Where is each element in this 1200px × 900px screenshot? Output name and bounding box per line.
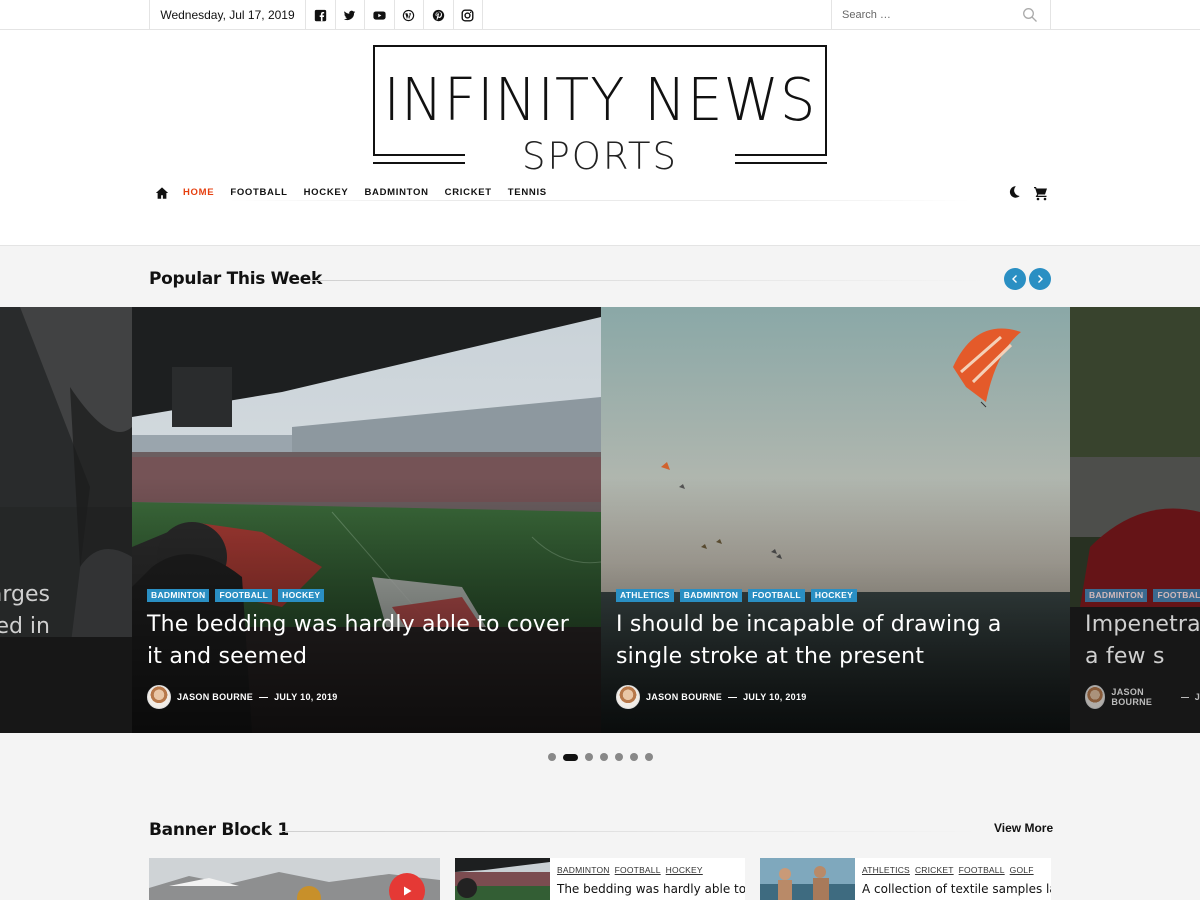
slider-pagination bbox=[548, 753, 653, 761]
card-categories: BADMINTON FOOTBALL HOCKEY bbox=[557, 865, 703, 875]
wordpress-icon[interactable] bbox=[395, 0, 424, 30]
category-link[interactable]: BADMINTON bbox=[557, 865, 610, 875]
category-link[interactable]: HOCKEY bbox=[666, 865, 703, 875]
chevron-left-icon bbox=[1012, 275, 1017, 283]
category-link[interactable]: FOOTBALL bbox=[959, 865, 1005, 875]
section-divider bbox=[310, 280, 990, 281]
pinterest-icon[interactable] bbox=[424, 0, 454, 30]
slide-title[interactable]: Impenetral but a few s bbox=[1085, 609, 1200, 673]
twitter-icon[interactable] bbox=[336, 0, 365, 30]
banner-card[interactable]: ATHLETICS CRICKET FOOTBALL GOLF A collec… bbox=[760, 858, 1051, 900]
category-tag[interactable]: HOCKEY bbox=[278, 589, 325, 602]
social-links bbox=[306, 0, 483, 30]
card-image bbox=[760, 858, 855, 900]
slider-dot[interactable] bbox=[645, 753, 653, 761]
slide-card[interactable]: arges ied in bbox=[0, 307, 132, 733]
post-date: JULY 10, 2019 bbox=[743, 692, 807, 702]
nav-item-tennis[interactable]: TENNIS bbox=[508, 183, 547, 203]
slide-card[interactable]: BADMINTON FOOTBALL Impenetral but a few … bbox=[1070, 307, 1200, 733]
meta-separator bbox=[728, 696, 738, 698]
view-more-link[interactable]: View More bbox=[994, 821, 1053, 835]
instagram-icon[interactable] bbox=[454, 0, 483, 30]
facebook-icon[interactable] bbox=[306, 0, 336, 30]
nav-items: HOME FOOTBALL HOCKEY BADMINTON CRICKET T… bbox=[183, 183, 563, 203]
card-image bbox=[455, 858, 550, 900]
category-link[interactable]: CRICKET bbox=[915, 865, 954, 875]
nav-item-hockey[interactable]: HOCKEY bbox=[304, 183, 349, 203]
slider-dot[interactable] bbox=[548, 753, 556, 761]
slide-meta: JASON BOURNE J bbox=[1085, 685, 1200, 709]
category-tag[interactable]: FOOTBALL bbox=[1153, 589, 1200, 602]
meta-separator bbox=[259, 696, 269, 698]
search-input[interactable] bbox=[842, 6, 1012, 24]
nav-item-badminton[interactable]: BADMINTON bbox=[364, 183, 428, 203]
author-avatar[interactable] bbox=[616, 685, 640, 709]
main-nav: HOME FOOTBALL HOCKEY BADMINTON CRICKET T… bbox=[149, 183, 1051, 203]
nav-item-cricket[interactable]: CRICKET bbox=[445, 183, 492, 203]
slide-card[interactable]: BADMINTON FOOTBALL HOCKEY The bedding wa… bbox=[132, 307, 601, 733]
slider-dot[interactable] bbox=[600, 753, 608, 761]
cart-icon[interactable] bbox=[1033, 185, 1049, 201]
slide-overlay bbox=[0, 307, 132, 733]
popular-slider: arges ied in bbox=[0, 307, 1200, 733]
chevron-right-icon bbox=[1038, 275, 1043, 283]
category-link[interactable]: ATHLETICS bbox=[862, 865, 910, 875]
banner-card[interactable]: BADMINTON FOOTBALL HOCKEY The bedding wa… bbox=[455, 858, 745, 900]
slide-title[interactable]: arges ied in bbox=[0, 579, 50, 643]
category-tag[interactable]: BADMINTON bbox=[679, 589, 743, 602]
slider-dot[interactable] bbox=[585, 753, 593, 761]
slider-dot[interactable] bbox=[615, 753, 623, 761]
post-date: JULY 10, 2019 bbox=[274, 692, 338, 702]
logo-title: INFINITY NEWS bbox=[383, 66, 817, 135]
author-name[interactable]: JASON BOURNE bbox=[646, 692, 722, 702]
category-tag[interactable]: BADMINTON bbox=[147, 589, 210, 602]
slide-categories: ATHLETICS BADMINTON FOOTBALL HOCKEY bbox=[616, 589, 858, 602]
popular-section-title: Popular This Week bbox=[149, 269, 322, 289]
post-date: J bbox=[1194, 692, 1200, 702]
nav-item-football[interactable]: FOOTBALL bbox=[230, 183, 287, 203]
card-title[interactable]: The bedding was hardly able to bbox=[557, 882, 745, 896]
category-tag[interactable]: HOCKEY bbox=[810, 589, 858, 602]
slider-next-button[interactable] bbox=[1029, 268, 1051, 290]
author-name[interactable]: JASON BOURNE bbox=[177, 692, 253, 702]
nav-item-home[interactable]: HOME bbox=[183, 183, 214, 203]
search-box bbox=[831, 0, 1051, 30]
category-tag[interactable]: ATHLETICS bbox=[616, 589, 674, 602]
slider-prev-button[interactable] bbox=[1004, 268, 1026, 290]
category-tag[interactable]: FOOTBALL bbox=[748, 589, 805, 602]
site-header: INFINITY NEWS SPORTS bbox=[0, 30, 1200, 246]
slider-dot-active[interactable] bbox=[563, 753, 578, 761]
category-tag[interactable]: FOOTBALL bbox=[215, 589, 273, 602]
category-link[interactable]: GOLF bbox=[1010, 865, 1034, 875]
top-bar: Wednesday, Jul 17, 2019 bbox=[0, 0, 1200, 30]
meta-separator bbox=[1181, 696, 1189, 698]
slide-meta: JASON BOURNE JULY 10, 2019 bbox=[616, 685, 807, 709]
category-tag[interactable]: BADMINTON bbox=[1085, 589, 1148, 602]
current-date: Wednesday, Jul 17, 2019 bbox=[149, 0, 306, 30]
card-title[interactable]: A collection of textile samples lay bbox=[862, 882, 1051, 896]
section-divider bbox=[282, 831, 982, 832]
youtube-icon[interactable] bbox=[365, 0, 395, 30]
category-link[interactable]: FOOTBALL bbox=[615, 865, 661, 875]
author-name[interactable]: JASON BOURNE bbox=[1111, 687, 1175, 707]
search-icon[interactable] bbox=[1022, 7, 1038, 23]
banner-section-title: Banner Block 1 bbox=[149, 820, 289, 840]
play-icon bbox=[404, 886, 412, 896]
slide-card[interactable]: ATHLETICS BADMINTON FOOTBALL HOCKEY I sh… bbox=[601, 307, 1070, 733]
author-avatar[interactable] bbox=[147, 685, 171, 709]
home-icon[interactable] bbox=[155, 186, 169, 200]
slide-categories: BADMINTON FOOTBALL HOCKEY bbox=[147, 589, 325, 602]
author-avatar[interactable] bbox=[1085, 685, 1106, 709]
slider-dot[interactable] bbox=[630, 753, 638, 761]
slide-title[interactable]: I should be incapable of drawing a singl… bbox=[616, 609, 1056, 673]
site-logo[interactable]: INFINITY NEWS SPORTS bbox=[372, 45, 828, 178]
card-categories: ATHLETICS CRICKET FOOTBALL GOLF bbox=[862, 865, 1034, 875]
slide-meta: JASON BOURNE JULY 10, 2019 bbox=[147, 685, 338, 709]
logo-subtitle: SPORTS bbox=[521, 135, 679, 178]
dark-mode-icon[interactable] bbox=[1007, 185, 1021, 199]
slide-categories: BADMINTON FOOTBALL bbox=[1085, 589, 1200, 602]
slide-title[interactable]: The bedding was hardly able to cover it … bbox=[147, 609, 587, 673]
